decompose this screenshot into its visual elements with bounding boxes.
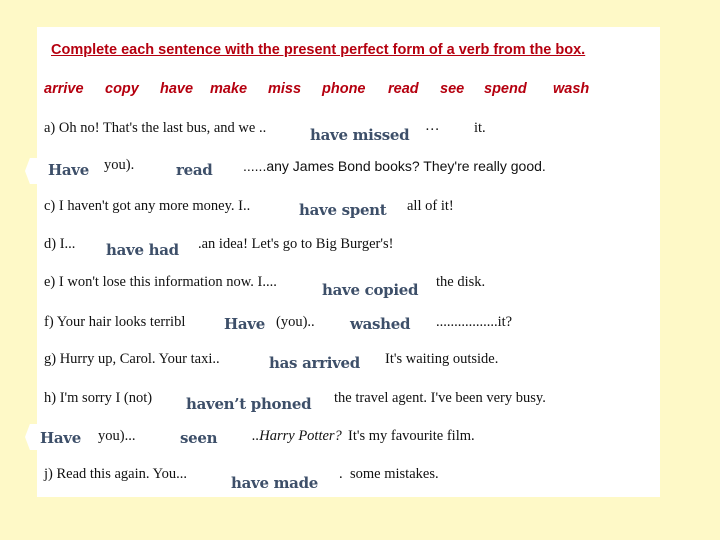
sentence-b-text: you). xyxy=(104,157,135,173)
sentence-g-text: g) Hurry up, Carol. Your taxi.. xyxy=(44,351,220,367)
word-box-item: read xyxy=(388,81,419,97)
sentence-i-title: ..Harry Potter? xyxy=(252,428,342,445)
sentence-f-answer-2: washed xyxy=(350,315,411,333)
sentence-j-text: j) Read this again. You... xyxy=(44,466,187,482)
sentence-d-answer: have had xyxy=(106,241,179,259)
word-box-item: make xyxy=(210,81,248,97)
sentence-d-end: .an idea! Let's go to Big Burger's! xyxy=(198,236,394,252)
sentence-c-answer: have spent xyxy=(299,201,387,219)
sentence-c-end: all of it! xyxy=(407,198,454,214)
word-box-item: miss xyxy=(268,81,302,97)
sentence-j-answer: have made xyxy=(231,474,319,492)
sentence-i-answer-1: Have xyxy=(40,429,81,447)
word-box-item: phone xyxy=(322,81,366,97)
sentence-g-end: It's waiting outside. xyxy=(385,351,499,367)
worksheet-panel xyxy=(37,27,660,497)
sentence-j-dot: . xyxy=(339,466,343,482)
sentence-j-end: some mistakes. xyxy=(350,466,439,482)
sentence-e-text: e) I won't lose this information now. I.… xyxy=(44,274,277,290)
word-box-item: spend xyxy=(484,81,527,97)
sentence-f-text-2: (you).. xyxy=(276,314,315,330)
sentence-h-end: the travel agent. I've been very busy. xyxy=(334,390,546,406)
sentence-f-text: f) Your hair looks terribl xyxy=(44,314,186,330)
film-title: ..Harry Potter? xyxy=(252,428,342,444)
sentence-b-answer-2: read xyxy=(176,161,213,179)
sentence-i-end: It's my favourite film. xyxy=(348,428,475,444)
sentence-h-text: h) I'm sorry I (not) xyxy=(44,390,153,406)
sentence-h-answer: haven’t phoned xyxy=(186,395,312,413)
sentence-b-end: ......any James Bond books? They're real… xyxy=(243,158,546,174)
sentence-a-end: it. xyxy=(474,120,486,136)
word-box-item: have xyxy=(160,81,194,97)
sentence-e-end: the disk. xyxy=(436,274,486,290)
sentence-c-text: c) I haven't got any more money. I.. xyxy=(44,198,251,214)
callout-tab xyxy=(25,158,39,184)
instruction-heading: Complete each sentence with the present … xyxy=(51,42,586,58)
sentence-a-text: a) Oh no! That's the last bus, and we .. xyxy=(44,120,267,136)
sentence-g-answer: has arrived xyxy=(269,354,360,372)
sentence-d-text: d) I... xyxy=(44,236,76,252)
callout-tab xyxy=(25,424,39,450)
word-box-item: arrive xyxy=(44,81,84,97)
word-box-item: copy xyxy=(105,81,139,97)
sentence-f-answer-1: Have xyxy=(224,315,265,333)
sentence-i-text: you)... xyxy=(98,428,136,444)
sentence-a-answer: have missed xyxy=(310,126,410,144)
sentence-a-dots: … xyxy=(425,118,440,134)
sentence-e-answer: have copied xyxy=(322,281,419,299)
sentence-b-answer-1: Have xyxy=(48,161,89,179)
sentence-f-end: .................it? xyxy=(436,314,513,330)
word-box-item: wash xyxy=(553,81,590,97)
sentence-i-answer-2: seen xyxy=(180,429,218,447)
word-box-item: see xyxy=(440,81,465,97)
